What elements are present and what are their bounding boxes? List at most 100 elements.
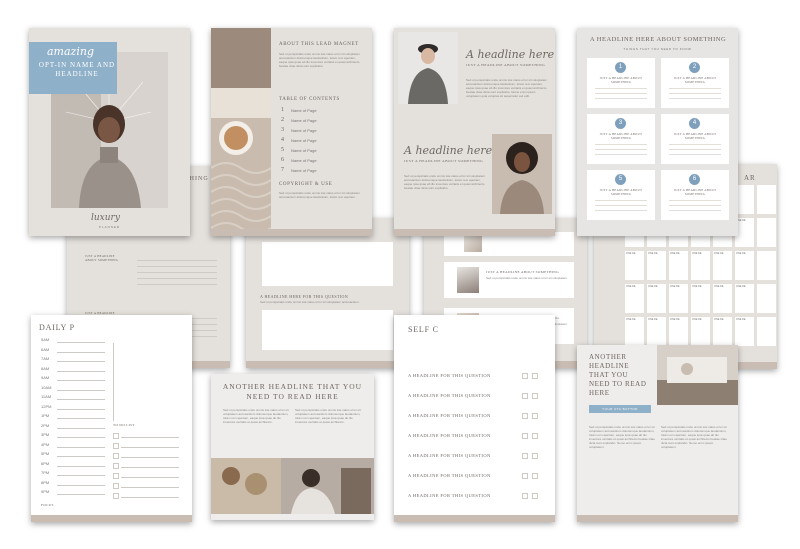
hour-label: 12PM bbox=[41, 403, 52, 409]
headline-page: A headline here JUST A HEADLINE ABOUT SO… bbox=[394, 28, 555, 236]
question-checkbox[interactable] bbox=[522, 453, 528, 459]
step-number: 3 bbox=[615, 118, 626, 129]
toc-number: 3 bbox=[281, 127, 285, 133]
toc-label: Name of Page bbox=[291, 118, 317, 123]
calendar-day-label: ONE DE bbox=[714, 318, 724, 321]
todo-checkbox[interactable] bbox=[113, 443, 119, 449]
todo-checkbox[interactable] bbox=[113, 453, 119, 459]
florist-image bbox=[211, 458, 374, 514]
question-checkbox[interactable] bbox=[532, 493, 538, 499]
calendar-day-label: ONE DE bbox=[736, 318, 746, 321]
self-title: SELF C bbox=[408, 325, 439, 334]
toc-label: Name of Page bbox=[291, 108, 317, 113]
hour-label: 6AM bbox=[41, 346, 50, 352]
calendar-day-label: ONE DE bbox=[714, 285, 724, 288]
hour-label: 9AM bbox=[41, 375, 50, 380]
another-photo bbox=[211, 458, 374, 514]
brand-sub: PLANNER bbox=[99, 225, 121, 229]
hour-label: 9PM bbox=[41, 489, 50, 494]
question-checkbox[interactable] bbox=[532, 393, 538, 399]
question-checkbox[interactable] bbox=[532, 433, 538, 439]
question-checkbox[interactable] bbox=[522, 493, 528, 499]
hour-label: 10AM bbox=[41, 384, 52, 390]
question-headline: A HEADLINE FOR THIS QUESTION bbox=[408, 473, 491, 478]
question-checkbox[interactable] bbox=[532, 373, 538, 379]
toc-label: Name of Page bbox=[291, 168, 317, 173]
focus-label: FOCUS bbox=[41, 503, 54, 507]
daily-planner-page: DAILY P 5AM 6AM 7AM 8AM 9AM 10AM 11AM 12PM 1PM 2P… bbox=[31, 315, 192, 522]
calendar-day-label: ONE DE bbox=[736, 252, 746, 255]
steps-page: A HEADLINE HERE ABOUT SOMETHING THINGS T… bbox=[577, 28, 738, 236]
hour-label: 2PM bbox=[41, 422, 50, 428]
question-checkbox[interactable] bbox=[532, 473, 538, 479]
todo-checkbox[interactable] bbox=[113, 493, 119, 499]
cover-headline: OPT-IN NAME AND HEADLINE bbox=[38, 61, 116, 78]
step-number: 1 bbox=[615, 62, 626, 73]
cta-page: ANOTHER HEADLINE THAT YOU NEED TO READ H… bbox=[577, 345, 738, 522]
headline-sub-2: JUST A HEADLINE ABOUT SOMETHING bbox=[404, 159, 484, 163]
question-checkbox[interactable] bbox=[532, 453, 538, 459]
hour-label: 8AM bbox=[41, 365, 50, 371]
woman-curly-image bbox=[492, 134, 552, 214]
toc-label: Name of Page bbox=[291, 158, 317, 163]
headline-script-2: A headline here bbox=[404, 144, 493, 157]
question-headline: A HEADLINE FOR THIS QUESTION bbox=[408, 413, 491, 418]
headline-photo-1 bbox=[398, 32, 458, 104]
calendar-day-label: ONE DE bbox=[692, 252, 702, 255]
calendar-day-label: ONE DE bbox=[736, 285, 746, 288]
hour-label: 4PM bbox=[41, 441, 50, 447]
calendar-day-label: ONE DE bbox=[648, 285, 658, 288]
calendar-day-label: ONE DE bbox=[648, 252, 658, 255]
step-label: JUST A HEADLINE ABOUT SOMETHING bbox=[599, 132, 643, 140]
cta-button-label: YOUR CTA BUTTON bbox=[602, 407, 638, 411]
cta-title: ANOTHER HEADLINE THAT YOU NEED TO READ H… bbox=[589, 353, 647, 397]
toc-label: Name of Page bbox=[291, 128, 317, 133]
question-checkbox[interactable] bbox=[522, 433, 528, 439]
todo-checkbox[interactable] bbox=[113, 473, 119, 479]
question-checkbox[interactable] bbox=[532, 413, 538, 419]
hour-label: 5PM bbox=[41, 451, 50, 456]
step-number: 2 bbox=[689, 62, 700, 73]
question-checkbox[interactable] bbox=[522, 473, 528, 479]
question-checkbox[interactable] bbox=[522, 373, 528, 379]
hour-label: 7AM bbox=[41, 356, 50, 361]
calendar-day-label: ONE DE bbox=[626, 285, 636, 288]
calendar-day-label: ONE DE bbox=[714, 252, 724, 255]
bedroom-image bbox=[657, 345, 738, 405]
step-number: 5 bbox=[615, 174, 626, 185]
cover-page: amazing OPT-IN NAME AND HEADLINE luxury … bbox=[29, 28, 190, 236]
question-checkbox[interactable] bbox=[522, 393, 528, 399]
step-label: JUST A HEADLINE ABOUT SOMETHING bbox=[599, 76, 643, 84]
question-title: A HEADLINE HERE FOR THIS QUESTION bbox=[260, 294, 349, 299]
question-checkbox[interactable] bbox=[522, 413, 528, 419]
question-page: A HEADLINE HERE FOR THIS QUESTION Sed ut… bbox=[246, 218, 409, 368]
list-item-1: JUST A HEADLINE ABOUT SOMETHING bbox=[486, 270, 559, 274]
todo-checkbox[interactable] bbox=[113, 433, 119, 439]
question-headline: A HEADLINE FOR THIS QUESTION bbox=[408, 373, 491, 378]
headline-sub-1: JUST A HEADLINE ABOUT SOMETHING bbox=[466, 63, 546, 67]
brand-logo: luxury bbox=[91, 213, 120, 223]
cta-photo bbox=[657, 345, 738, 405]
toc-title: TABLE OF CONTENTS bbox=[279, 97, 340, 102]
cover-script: amazing bbox=[47, 45, 94, 58]
question-headline: A HEADLINE FOR THIS QUESTION bbox=[408, 433, 491, 438]
calendar-day-label: ONE DE bbox=[692, 285, 702, 288]
headline-script-1: A headline here bbox=[466, 48, 555, 61]
worksheet-item-1: JUST A HEADLINE ABOUT SOMETHING bbox=[85, 254, 119, 262]
calendar-label: AR bbox=[744, 174, 756, 182]
hour-label: 6PM bbox=[41, 460, 50, 466]
coffee-knit-image bbox=[211, 28, 271, 236]
calendar-day-label: ONE DE bbox=[670, 252, 680, 255]
toc-number: 2 bbox=[281, 117, 285, 123]
question-headline: A HEADLINE FOR THIS QUESTION bbox=[408, 493, 491, 498]
step-label: JUST A HEADLINE ABOUT SOMETHING bbox=[673, 132, 717, 140]
todo-checkbox[interactable] bbox=[113, 463, 119, 469]
todo-checkbox[interactable] bbox=[113, 483, 119, 489]
question-headline: A HEADLINE FOR THIS QUESTION bbox=[408, 453, 491, 458]
coffee-photo bbox=[211, 28, 271, 236]
steps-sub: THINGS THAT YOU NEED TO KNOW bbox=[623, 47, 692, 51]
step-label: JUST A HEADLINE ABOUT SOMETHING bbox=[673, 76, 717, 84]
cta-button[interactable]: YOUR CTA BUTTON bbox=[589, 405, 651, 413]
toc-number: 6 bbox=[281, 157, 285, 163]
toc-label: Name of Page bbox=[291, 148, 317, 153]
